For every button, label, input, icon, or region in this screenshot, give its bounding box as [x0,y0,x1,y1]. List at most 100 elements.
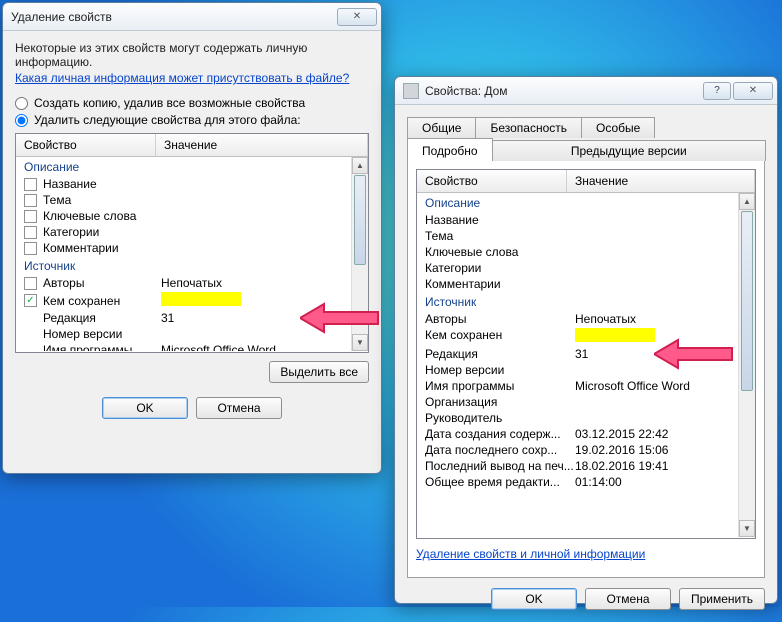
radio-remove-following[interactable]: Удалить следующие свойства для этого фай… [15,113,369,127]
property-label: Руководитель [425,411,575,425]
property-label: Последний вывод на печ... [425,459,575,473]
close-icon[interactable]: ✕ [733,82,773,100]
window-title: Удаление свойств [11,10,337,24]
property-label: Кем сохранен [43,294,161,308]
property-value: Microsoft Office Word [575,379,747,393]
tab-general[interactable]: Общие [407,117,476,138]
list-item[interactable]: Ключевые слова [16,208,368,224]
scroll-thumb[interactable] [354,175,366,265]
scrollbar[interactable]: ▲ ▼ [351,157,368,351]
tab-security[interactable]: Безопасность [475,117,582,138]
highlight [161,292,241,306]
group-source: Источник [417,292,755,311]
property-value: 31 [161,311,360,325]
list-item[interactable]: Руководитель [417,410,755,426]
list-item[interactable]: Комментарии [16,240,368,256]
tab-previous-versions[interactable]: Предыдущие версии [492,140,766,161]
list-item[interactable]: Номер версии [16,326,368,342]
list-item[interactable]: Кем сохранен [417,327,755,346]
details-property-list: Свойство Значение Описание НазваниеТемаК… [416,169,756,539]
property-value [575,245,747,259]
list-item[interactable]: Название [417,212,755,228]
scroll-thumb[interactable] [741,211,753,391]
group-description: Описание [16,157,368,176]
checkbox[interactable] [24,242,37,255]
list-item[interactable]: Название [16,176,368,192]
close-icon[interactable]: ✕ [337,8,377,26]
help-icon[interactable]: ? [703,82,731,100]
column-header-value[interactable]: Значение [567,170,755,192]
property-label: Тема [43,193,161,207]
titlebar[interactable]: Удаление свойств ✕ [3,3,381,31]
property-value [575,395,747,409]
checkbox[interactable] [24,226,37,239]
highlight [575,328,655,342]
property-label: Название [425,213,575,227]
scroll-up-icon[interactable]: ▲ [352,157,368,174]
list-item[interactable]: АвторыНепочатых [16,275,368,291]
list-item[interactable]: Номер версии [417,362,755,378]
list-item[interactable]: Тема [16,192,368,208]
property-value: 03.12.2015 22:42 [575,427,747,441]
cancel-button[interactable]: Отмена [196,397,282,419]
property-label: Тема [425,229,575,243]
titlebar[interactable]: Свойства: Дом ? ✕ [395,77,777,105]
checkbox[interactable] [24,178,37,191]
radio-create-copy[interactable]: Создать копию, удалив все возможные свой… [15,96,369,110]
property-label: Имя программы [425,379,575,393]
property-label: Категории [43,225,161,239]
property-value: 18.02.2016 19:41 [575,459,747,473]
radio-input[interactable] [15,97,28,110]
scrollbar[interactable]: ▲ ▼ [738,193,755,537]
list-item[interactable]: Последний вывод на печ...18.02.2016 19:4… [417,458,755,474]
property-label: Организация [425,395,575,409]
property-value: Microsoft Office Word [161,343,360,351]
list-item[interactable]: Комментарии [417,276,755,292]
property-value: 31 [575,347,747,361]
list-item[interactable]: Ключевые слова [417,244,755,260]
column-header-property[interactable]: Свойство [417,170,567,192]
property-value: Непочатых [575,312,747,326]
privacy-info-link[interactable]: Какая личная информация может присутство… [15,71,349,85]
list-item[interactable]: Кем сохранен [16,291,368,310]
file-properties-dialog: Свойства: Дом ? ✕ Общие Безопасность Осо… [394,76,778,604]
list-item[interactable]: Организация [417,394,755,410]
tab-strip: Общие Безопасность Особые Подробно Преды… [407,115,765,161]
property-label: Редакция [43,311,161,325]
scroll-up-icon[interactable]: ▲ [739,193,755,210]
property-label: Название [43,177,161,191]
scroll-down-icon[interactable]: ▼ [739,520,755,537]
list-item[interactable]: Имя программыMicrosoft Office Word [16,342,368,351]
list-item[interactable]: Тема [417,228,755,244]
list-item[interactable]: Категории [417,260,755,276]
tab-custom[interactable]: Особые [581,117,655,138]
radio-input[interactable] [15,114,28,127]
property-value [161,292,360,309]
list-item[interactable]: Дата создания содерж...03.12.2015 22:42 [417,426,755,442]
checkbox[interactable] [24,277,37,290]
checkbox[interactable] [24,194,37,207]
property-value [575,229,747,243]
radio-label: Удалить следующие свойства для этого фай… [34,113,301,127]
checkbox[interactable] [24,210,37,223]
list-item[interactable]: Редакция31 [417,346,755,362]
list-item[interactable]: Имя программыMicrosoft Office Word [417,378,755,394]
column-header-value[interactable]: Значение [156,134,368,156]
select-all-button[interactable]: Выделить все [269,361,369,383]
list-item[interactable]: Общее время редакти...01:14:00 [417,474,755,490]
property-value [575,328,747,345]
property-label: Редакция [425,347,575,361]
remove-properties-link[interactable]: Удаление свойств и личной информации [416,547,645,561]
column-header-property[interactable]: Свойство [16,134,156,156]
properties-list: Свойство Значение Описание НазваниеТемаК… [15,133,369,353]
property-label: Категории [425,261,575,275]
tab-details[interactable]: Подробно [407,138,493,161]
list-item[interactable]: Дата последнего сохр...19.02.2016 15:06 [417,442,755,458]
ok-button[interactable]: OK [102,397,188,419]
checkbox[interactable] [24,294,37,307]
list-item[interactable]: АвторыНепочатых [417,311,755,327]
scroll-down-icon[interactable]: ▼ [352,334,368,351]
list-item[interactable]: Редакция31 [16,310,368,326]
list-item[interactable]: Категории [16,224,368,240]
property-label: Авторы [43,276,161,290]
